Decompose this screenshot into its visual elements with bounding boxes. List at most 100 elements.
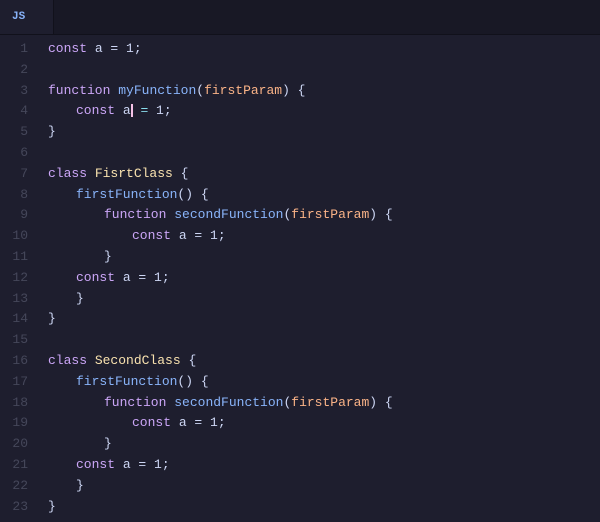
tab-bar: JS [0,0,600,35]
code-token: firstParam [291,395,369,410]
code-token: a = 1; [115,457,170,472]
line-number: 20 [8,434,28,455]
indent [48,393,104,414]
indent [48,268,76,289]
code-token: const [132,228,171,243]
code-line: const a = 1; [48,413,600,434]
line-number: 3 [8,81,28,102]
indent [48,101,76,122]
code-token: ( [196,83,204,98]
editor: 1234567891011121314151617181920212223 co… [0,35,600,522]
line-number: 7 [8,164,28,185]
line-number: 14 [8,309,28,330]
code-token: secondFunction [174,207,283,222]
line-number: 5 [8,122,28,143]
indent [48,434,104,455]
code-line: } [48,497,600,518]
code-token: function [104,395,166,410]
line-number: 4 [8,101,28,122]
code-token: class [48,166,87,181]
code-line: class SecondClass { [48,351,600,372]
indent [48,476,76,497]
indent [48,205,104,226]
code-token [87,166,95,181]
code-token: firstFunction [76,187,177,202]
code-line: const a = 1; [48,101,600,122]
code-line: const a = 1; [48,455,600,476]
code-token: const [76,457,115,472]
code-line [48,330,600,351]
code-line [48,143,600,164]
indent [48,247,104,268]
line-number: 22 [8,476,28,497]
code-token: class [48,353,87,368]
code-line: } [48,247,600,268]
js-file-icon: JS [12,11,25,23]
line-numbers: 1234567891011121314151617181920212223 [0,35,40,522]
code-line: class FisrtClass { [48,164,600,185]
line-number: 2 [8,60,28,81]
code-token: 1; [148,103,171,118]
code-line: function secondFunction(firstParam) { [48,205,600,226]
line-number: 19 [8,413,28,434]
code-token: () { [177,187,208,202]
line-number: 9 [8,205,28,226]
code-token: a = 1; [115,270,170,285]
code-token: ) { [369,395,392,410]
line-number: 6 [8,143,28,164]
line-number: 21 [8,455,28,476]
code-token: secondFunction [174,395,283,410]
code-line: } [48,434,600,455]
line-number: 23 [8,497,28,518]
code-token: function [48,83,110,98]
indent [48,226,132,247]
code-token: myFunction [118,83,196,98]
code-line: } [48,309,600,330]
cursor [131,104,133,117]
code-line: } [48,476,600,497]
code-line: firstFunction() { [48,185,600,206]
code-token: ) { [282,83,305,98]
code-token: } [76,291,84,306]
code-token: const [48,41,87,56]
tab-index-js[interactable]: JS [0,0,54,34]
code-token: const [76,103,115,118]
code-line: } [48,122,600,143]
code-token: function [104,207,166,222]
code-token: const [132,415,171,430]
indent [48,413,132,434]
code-line: firstFunction() { [48,372,600,393]
line-number: 12 [8,268,28,289]
code-token: { [173,166,189,181]
code-line: const a = 1; [48,268,600,289]
indent [48,455,76,476]
line-number: 1 [8,39,28,60]
code-token: a = 1; [171,228,226,243]
code-token: { [181,353,197,368]
code-token: } [48,124,56,139]
indent [48,372,76,393]
code-line: const a = 1; [48,39,600,60]
indent [48,185,76,206]
code-token: } [76,478,84,493]
code-token: FisrtClass [95,166,173,181]
code-line [48,60,600,81]
line-number: 15 [8,330,28,351]
code-token: firstParam [204,83,282,98]
code-line: function secondFunction(firstParam) { [48,393,600,414]
code-line: const a = 1; [48,226,600,247]
line-number: 10 [8,226,28,247]
line-number: 13 [8,289,28,310]
code-token: firstFunction [76,374,177,389]
code-token: } [48,311,56,326]
code-token: } [104,436,112,451]
code-token: const [76,270,115,285]
line-number: 17 [8,372,28,393]
code-token: a = 1; [87,41,142,56]
code-token: a [115,103,140,118]
line-number: 18 [8,393,28,414]
code-token [87,353,95,368]
indent [48,289,76,310]
code-content: const a = 1; function myFunction(firstPa… [40,35,600,522]
code-token: } [48,499,56,514]
